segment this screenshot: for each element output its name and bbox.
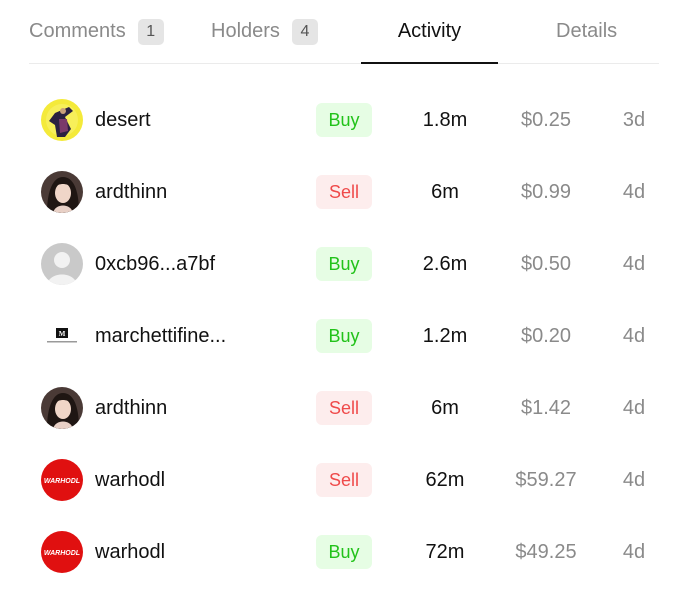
- activity-row[interactable]: ardthinn Sell 6m $0.99 4d: [0, 156, 692, 228]
- activity-row[interactable]: ardthinn Sell 6m $1.42 4d: [0, 372, 692, 444]
- trade-price: $49.25: [515, 541, 577, 563]
- brand-logo-avatar-icon[interactable]: M: [41, 315, 83, 357]
- trade-price: $0.50: [520, 253, 572, 275]
- trade-age: 4d: [622, 541, 646, 563]
- username[interactable]: ardthinn: [95, 372, 167, 444]
- sell-badge: Sell: [316, 391, 372, 425]
- tab-bar: Comments 1 Holders 4 Activity Details: [29, 0, 659, 64]
- trade-age: 4d: [622, 469, 646, 491]
- trade-amount: 1.8m: [422, 109, 468, 131]
- trade-age: 4d: [622, 253, 646, 275]
- trade-amount: 72m: [425, 541, 465, 563]
- default-user-avatar-icon[interactable]: [41, 243, 83, 285]
- portrait-avatar-icon[interactable]: [41, 387, 83, 429]
- username[interactable]: warhodl: [95, 516, 165, 588]
- buy-badge: Buy: [316, 319, 372, 353]
- trade-price: $0.20: [520, 325, 572, 347]
- svg-text:WARHODL: WARHODL: [44, 478, 80, 485]
- trade-price: $59.27: [515, 469, 577, 491]
- svg-text:M: M: [59, 330, 66, 338]
- tab-comments-count-badge: 1: [137, 18, 164, 45]
- svg-text:WARHODL: WARHODL: [44, 550, 80, 557]
- portrait-avatar-icon[interactable]: [41, 171, 83, 213]
- activity-row[interactable]: desert Buy 1.8m $0.25 3d: [0, 84, 692, 156]
- trade-amount: 62m: [425, 469, 465, 491]
- tab-comments-label: Comments: [29, 20, 126, 42]
- tab-details-label: Details: [556, 20, 618, 42]
- buy-badge: Buy: [316, 247, 372, 281]
- username[interactable]: desert: [95, 84, 151, 156]
- trade-age: 4d: [622, 397, 646, 419]
- trade-price: $0.99: [520, 181, 572, 203]
- tab-holders-label: Holders: [211, 20, 280, 42]
- trade-amount: 2.6m: [422, 253, 468, 275]
- buy-badge: Buy: [316, 103, 372, 137]
- tab-holders[interactable]: Holders 4: [211, 0, 318, 63]
- trade-price: $1.42: [520, 397, 572, 419]
- trade-amount: 1.2m: [422, 325, 468, 347]
- activity-list: desert Buy 1.8m $0.25 3d ardthinn Sell 6…: [0, 84, 692, 588]
- trade-age: 4d: [622, 325, 646, 347]
- username[interactable]: marchettifine...: [95, 300, 226, 372]
- trade-price: $0.25: [520, 109, 572, 131]
- trade-age: 4d: [622, 181, 646, 203]
- warhodl-logo-avatar-icon[interactable]: WARHODL: [41, 459, 83, 501]
- activity-row[interactable]: WARHODL warhodl Sell 62m $59.27 4d: [0, 444, 692, 516]
- tab-holders-count-badge: 4: [291, 18, 318, 45]
- tab-comments[interactable]: Comments 1: [29, 0, 164, 63]
- activity-row[interactable]: 0xcb96...a7bf Buy 2.6m $0.50 4d: [0, 228, 692, 300]
- tab-activity-label: Activity: [397, 20, 462, 42]
- username[interactable]: ardthinn: [95, 156, 167, 228]
- sell-badge: Sell: [316, 175, 372, 209]
- sell-badge: Sell: [316, 463, 372, 497]
- desert-avatar-icon[interactable]: [41, 99, 83, 141]
- trade-amount: 6m: [431, 397, 459, 419]
- trade-amount: 6m: [431, 181, 459, 203]
- tab-activity[interactable]: Activity: [361, 0, 498, 64]
- buy-badge: Buy: [316, 535, 372, 569]
- tab-details[interactable]: Details: [556, 0, 617, 63]
- active-tab-indicator: [361, 62, 498, 64]
- warhodl-logo-avatar-icon[interactable]: WARHODL: [41, 531, 83, 573]
- trade-age: 3d: [622, 109, 646, 131]
- username[interactable]: warhodl: [95, 444, 165, 516]
- activity-row[interactable]: M marchettifine... Buy 1.2m $0.20 4d: [0, 300, 692, 372]
- username[interactable]: 0xcb96...a7bf: [95, 228, 215, 300]
- activity-row[interactable]: WARHODL warhodl Buy 72m $49.25 4d: [0, 516, 692, 588]
